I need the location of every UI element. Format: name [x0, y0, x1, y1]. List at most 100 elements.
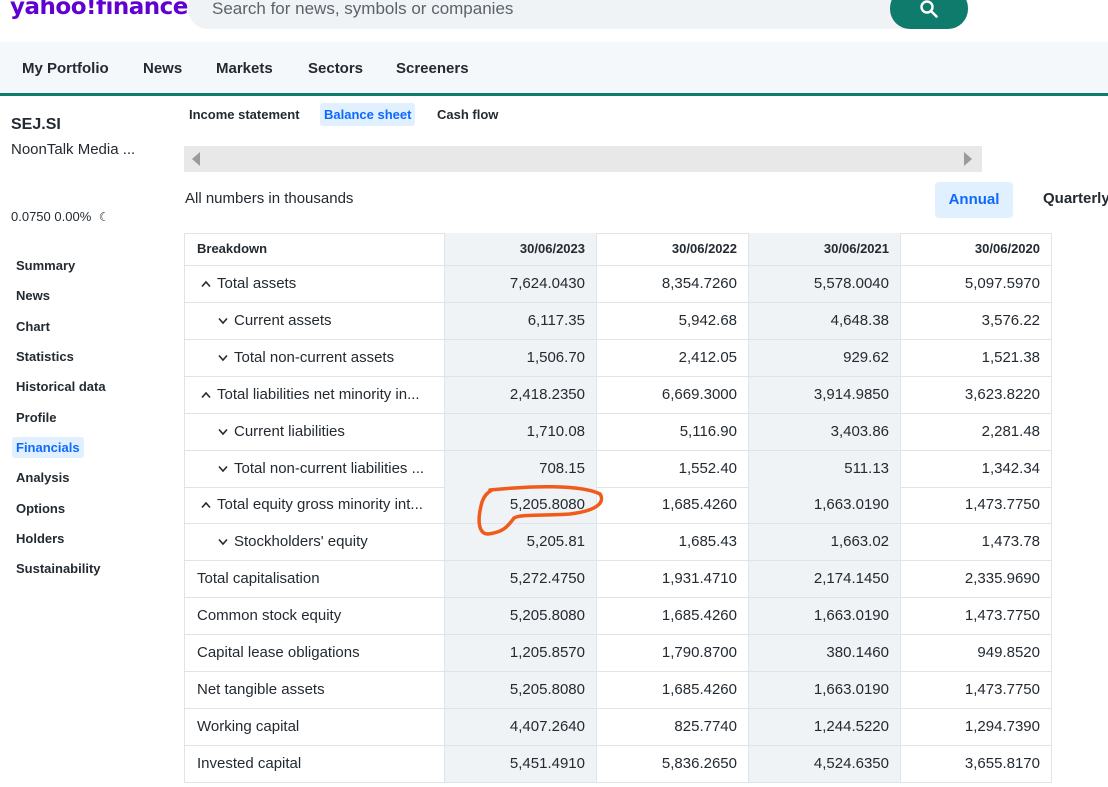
table-cell: 1,342.34	[901, 450, 1052, 487]
sidebar-item-sustainability[interactable]: Sustainability	[16, 561, 101, 576]
search-box	[188, 0, 968, 29]
table-row[interactable]: Current liabilities 1,710.08 5,116.90 3,403…	[184, 413, 1052, 451]
row-label-text: Net tangible assets	[197, 680, 325, 698]
table-row: Net tangible assets 5,205.8080 1,685.4260 1…	[184, 671, 1052, 709]
row-label: Invested capital	[184, 745, 445, 782]
search-input[interactable]	[212, 0, 872, 22]
nav-sectors[interactable]: Sectors	[308, 60, 363, 77]
sidebar-item-chart[interactable]: Chart	[16, 319, 50, 334]
chevron-down-icon[interactable]	[218, 526, 234, 560]
table-cell: 1,685.4260	[597, 487, 749, 524]
sidebar-item-summary[interactable]: Summary	[16, 258, 75, 273]
nav-screeners[interactable]: Screeners	[396, 60, 469, 77]
table-row[interactable]: Total equity gross minority int... 5,205.…	[184, 487, 1052, 525]
table-cell: 1,710.08	[445, 413, 597, 450]
table-cell: 4,407.2640	[445, 708, 597, 745]
table-cell: 5,942.68	[597, 302, 749, 339]
table-cell: 1,473.78	[901, 524, 1052, 561]
scroll-left-icon[interactable]	[192, 152, 200, 166]
sidebar-item-analysis[interactable]: Analysis	[16, 470, 69, 485]
table-cell: 1,663.0190	[749, 598, 901, 635]
table-cell: 3,914.9850	[749, 376, 901, 413]
table-row: Capital lease obligations 1,205.8570 1,790…	[184, 635, 1052, 672]
table-cell: 2,174.1450	[749, 561, 901, 598]
yahoo-finance-logo[interactable]: yahoo!finance	[10, 0, 188, 20]
row-label: Total equity gross minority int...	[184, 487, 445, 524]
tab-balance-sheet[interactable]: Balance sheet	[320, 103, 416, 126]
tab-cash-flow[interactable]: Cash flow	[437, 107, 498, 122]
table-cell: 5,205.8080	[445, 598, 597, 635]
price-value: 0.0750	[11, 209, 51, 224]
row-label-text: Current liabilities	[234, 422, 345, 440]
row-label: Common stock equity	[184, 598, 445, 635]
row-label: Total non-current assets	[184, 339, 445, 376]
quarterly-button[interactable]: Quarterly	[1043, 190, 1108, 207]
row-label-text: Capital lease obligations	[197, 644, 360, 661]
table-row[interactable]: Total non-current liabilities ... 708.15 1…	[184, 450, 1052, 488]
table-cell: 5,578.0040	[749, 266, 901, 302]
sidebar-item-financials[interactable]: Financials	[12, 437, 84, 458]
sidebar-item-options[interactable]: Options	[16, 501, 65, 516]
chevron-up-icon[interactable]	[201, 379, 217, 413]
table-cell: 3,655.8170	[901, 745, 1052, 782]
chevron-down-icon[interactable]	[218, 453, 234, 487]
nav-my-portfolio[interactable]: My Portfolio	[22, 60, 109, 77]
search-button[interactable]	[890, 0, 968, 29]
row-label-text: Total non-current assets	[234, 348, 395, 366]
table-row[interactable]: Total non-current assets 1,506.70 2,412.05…	[184, 339, 1052, 377]
price-change: 0.00%	[54, 209, 92, 224]
table-cell: 1,506.70	[445, 339, 597, 376]
row-label-text: Invested capital	[197, 754, 302, 772]
table-cell: 5,205.8080	[445, 671, 597, 708]
table-cell: 6,669.3000	[597, 376, 749, 413]
row-label-text: Common stock equity	[197, 607, 342, 625]
sidebar-item-holders[interactable]: Holders	[16, 531, 64, 546]
units-note: All numbers in thousands	[185, 190, 354, 207]
sidebar-item-historical-data[interactable]: Historical data	[16, 379, 106, 394]
sidebar-item-news[interactable]: News	[16, 288, 50, 303]
price-row: 0.0750 0.00% ☾	[11, 209, 110, 224]
table-row[interactable]: Current assets 6,117.35 5,942.68 4,648.38 3,…	[184, 302, 1052, 340]
table-cell: 5,272.4750	[445, 561, 597, 598]
main-nav: My Portfolio News Markets Sectors Screen…	[0, 42, 1108, 96]
table-cell: 380.1460	[749, 635, 901, 671]
table-row: Invested capital 5,451.4910 5,836.2650 4,52…	[184, 745, 1052, 783]
table-cell: 5,451.4910	[445, 745, 597, 782]
table-cell: 1,294.7390	[901, 708, 1052, 745]
table-cell: 1,663.0190	[749, 671, 901, 708]
row-label: Total capitalisation	[184, 561, 445, 598]
table-row: Common stock equity 5,205.8080 1,685.4260 1…	[184, 598, 1052, 636]
sidebar-item-statistics[interactable]: Statistics	[16, 349, 74, 364]
header-breakdown: Breakdown	[184, 233, 445, 265]
table-row[interactable]: Total liabilities net minority in... 2,41…	[184, 376, 1052, 414]
chevron-down-icon[interactable]	[218, 416, 234, 450]
row-label-text: Total equity gross minority int...	[217, 496, 423, 514]
table-cell: 949.8520	[901, 635, 1052, 671]
table-cell: 6,117.35	[445, 302, 597, 339]
table-cell: 5,097.5970	[901, 266, 1052, 302]
moon-icon: ☾	[98, 210, 110, 224]
chevron-down-icon[interactable]	[218, 342, 234, 376]
table-row[interactable]: Stockholders' equity 5,205.81 1,685.43 1,66…	[184, 524, 1052, 562]
scroll-right-icon[interactable]	[964, 152, 972, 166]
nav-news[interactable]: News	[143, 60, 182, 77]
row-label: Stockholders' equity	[184, 524, 445, 561]
table-cell: 7,624.0430	[445, 266, 597, 302]
table-row[interactable]: Total assets 7,624.0430 8,354.7260 5,578.00…	[184, 266, 1052, 303]
table-cell: 1,473.7750	[901, 487, 1052, 524]
chevron-up-icon[interactable]	[201, 489, 217, 523]
sidebar-item-profile[interactable]: Profile	[16, 410, 56, 425]
nav-markets[interactable]: Markets	[216, 60, 273, 77]
row-label: Working capital	[184, 708, 445, 745]
horizontal-scrollbar[interactable]	[184, 146, 982, 172]
header-col-2: 30/06/2022	[597, 233, 749, 265]
chevron-up-icon[interactable]	[201, 268, 217, 302]
chevron-down-icon[interactable]	[218, 305, 234, 339]
table-cell: 2,335.9690	[901, 561, 1052, 598]
table-cell: 1,685.4260	[597, 671, 749, 708]
annual-button[interactable]: Annual	[935, 182, 1013, 218]
tab-income-statement[interactable]: Income statement	[189, 107, 300, 122]
row-label: Current liabilities	[184, 413, 445, 450]
row-label-text: Stockholders' equity	[234, 533, 368, 551]
row-label-text: Total assets	[217, 275, 297, 292]
